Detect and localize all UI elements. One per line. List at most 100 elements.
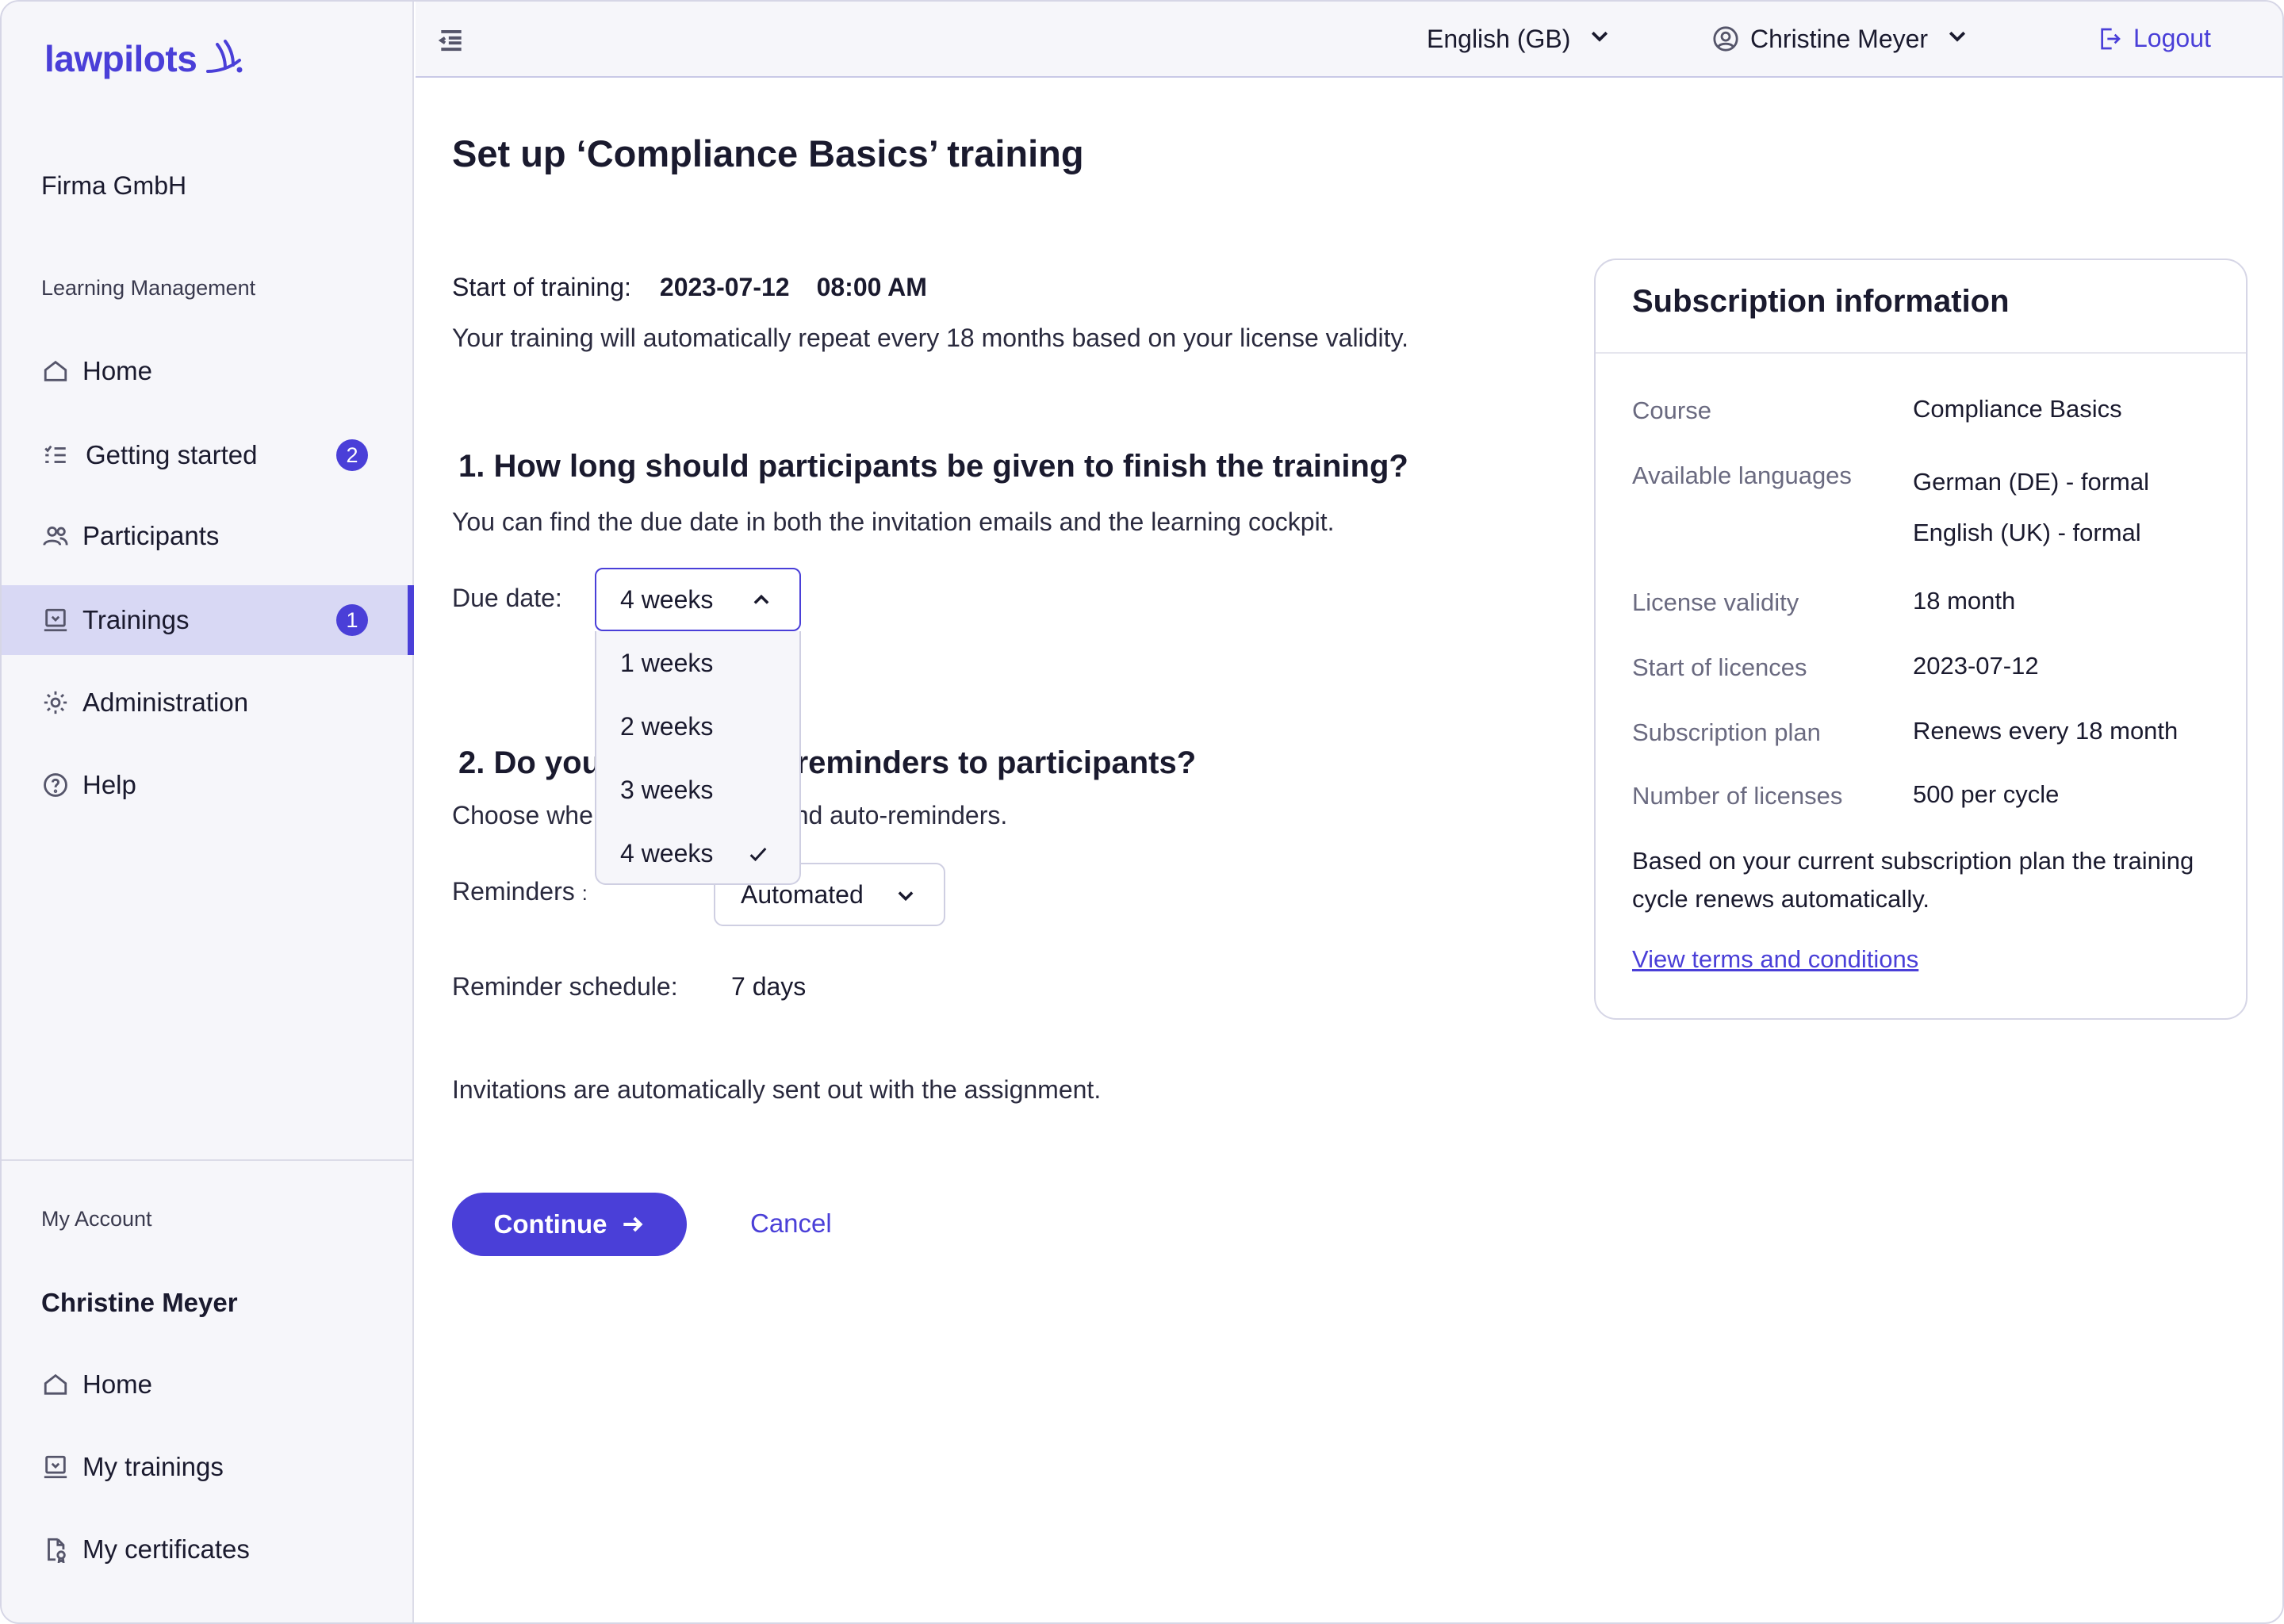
gear-icon <box>41 688 70 717</box>
due-date-dropdown: 1 weeks 2 weeks 3 weeks 4 weeks <box>595 631 801 885</box>
sidebar: lawpilots Firma GmbH Learning Management… <box>2 2 414 1622</box>
card-divider <box>1596 352 2246 354</box>
info-value-number-of-licenses: 500 per cycle <box>1913 780 2060 808</box>
start-date: 2023-07-12 <box>659 273 790 301</box>
sidebar-item-home[interactable]: Home <box>2 336 414 406</box>
logo-wave-icon <box>206 40 243 73</box>
info-label-license-validity: License validity <box>1632 588 1799 616</box>
reminders-label: Reminders : <box>452 877 588 906</box>
subscription-note: Based on your current subscription plan … <box>1632 847 2194 913</box>
option-label: 3 weeks <box>620 775 714 804</box>
logout-label: Logout <box>2133 24 2211 52</box>
section-my-account: My Account <box>41 1207 152 1231</box>
question-due-date-description: You can find the due date in both the in… <box>452 508 1335 536</box>
chevron-down-icon <box>1945 24 1969 54</box>
info-value-course: Compliance Basics <box>1913 395 2122 423</box>
sidebar-item-label: Help <box>82 770 136 799</box>
due-date-option-selected[interactable]: 4 weeks <box>596 822 799 885</box>
sidebar-item-participants[interactable]: Participants <box>2 501 414 571</box>
sidebar-item-help[interactable]: Help <box>2 750 414 820</box>
arrow-right-icon <box>623 1216 643 1232</box>
user-name: Christine Meyer <box>1750 24 1929 53</box>
main-content: Set up ‘Compliance Basics’ training Star… <box>416 79 2282 1622</box>
chevron-down-icon <box>895 883 917 913</box>
sidebar-item-account-home[interactable]: Home <box>2 1350 414 1419</box>
info-value-language-2: English (UK) - formal <box>1913 519 2141 546</box>
logo-text: lawpilots <box>44 38 197 79</box>
option-label: 4 weeks <box>620 838 714 868</box>
terms-link[interactable]: View terms and conditions <box>1632 945 1918 974</box>
top-bar: English (GB) Christine Meyer Logout <box>416 2 2282 78</box>
reminders-label-colon: : <box>581 881 588 905</box>
invitations-note: Invitations are automatically sent out w… <box>452 1075 1102 1104</box>
logout-button[interactable]: Logout <box>2097 24 2211 53</box>
due-date-option[interactable]: 2 weeks <box>596 695 799 758</box>
continue-label: Continue <box>493 1209 607 1239</box>
continue-button[interactable]: Continue <box>452 1193 687 1256</box>
card-title: Subscription information <box>1632 284 2010 319</box>
chevron-up-icon <box>750 588 772 618</box>
sidebar-item-label: Home <box>82 1369 153 1399</box>
start-of-training-row: Start of training: 2023-07-12 08:00 AM <box>452 273 927 302</box>
sidebar-item-trainings[interactable]: Trainings 1 <box>2 585 414 655</box>
sidebar-item-label: Trainings <box>82 605 190 634</box>
question-due-date: 1. How long should participants be given… <box>458 449 1408 484</box>
user-menu[interactable]: Christine Meyer <box>1712 24 1969 54</box>
question-reminders-part-a: 2. Do you <box>458 745 602 780</box>
sidebar-item-label: Administration <box>82 688 249 717</box>
due-date-selected-value: 4 weeks <box>620 584 714 614</box>
count-badge: 2 <box>336 439 368 471</box>
logout-icon <box>2101 28 2121 49</box>
account-name: Christine Meyer <box>41 1288 238 1317</box>
help-icon <box>41 771 70 799</box>
option-label: 1 weeks <box>620 648 714 677</box>
sidebar-item-label: My certificates <box>82 1534 250 1564</box>
checklist-icon <box>41 441 70 469</box>
sidebar-item-label: Participants <box>82 521 220 550</box>
due-date-option[interactable]: 3 weeks <box>596 758 799 822</box>
info-label-number-of-licenses: Number of licenses <box>1632 782 1843 810</box>
reminder-schedule-value: 7 days <box>731 972 807 1001</box>
cancel-button[interactable]: Cancel <box>750 1208 832 1239</box>
repeat-note: Your training will automatically repeat … <box>452 324 1408 352</box>
sidebar-item-administration[interactable]: Administration <box>2 668 414 737</box>
info-value-subscription-plan: Renews every 18 month <box>1913 717 2179 745</box>
due-date-option[interactable]: 1 weeks <box>596 631 799 695</box>
collapse-menu-icon[interactable] <box>436 25 466 56</box>
sidebar-item-label: Home <box>82 356 153 385</box>
sidebar-divider <box>2 1159 414 1161</box>
start-time: 08:00 AM <box>816 273 927 301</box>
user-circle-icon <box>1713 26 1738 52</box>
chevron-down-icon <box>1588 24 1611 54</box>
option-label: 2 weeks <box>620 711 714 741</box>
subscription-info-card: Subscription information Course Complian… <box>1594 259 2248 1020</box>
certificate-icon <box>41 1535 70 1564</box>
sidebar-item-label: Getting started <box>86 440 258 469</box>
training-icon <box>41 606 70 634</box>
sidebar-item-my-trainings[interactable]: My trainings <box>2 1432 414 1502</box>
sidebar-item-getting-started[interactable]: Getting started 2 <box>2 420 414 490</box>
home-icon <box>41 357 70 385</box>
language-label: English (GB) <box>1427 24 1571 53</box>
info-label-start-of-licences: Start of licences <box>1632 653 1807 681</box>
page-title: Set up ‘Compliance Basics’ training <box>452 132 1084 174</box>
sidebar-item-label: My trainings <box>82 1452 224 1481</box>
info-label-course: Course <box>1632 396 1711 424</box>
start-label: Start of training: <box>452 273 631 301</box>
company-name: Firma GmbH <box>41 171 187 200</box>
home-icon <box>41 1370 70 1399</box>
question-reminders-part-b: d reminders to participants? <box>768 745 1197 780</box>
language-selector[interactable]: English (GB) <box>1427 24 1611 54</box>
section-learning-management: Learning Management <box>41 276 256 300</box>
sidebar-item-my-certificates[interactable]: My certificates <box>2 1515 414 1584</box>
checkmark-icon <box>747 842 769 871</box>
logo[interactable]: lawpilots <box>44 36 246 81</box>
count-badge: 1 <box>336 604 368 636</box>
info-label-subscription-plan: Subscription plan <box>1632 718 1821 746</box>
info-label-languages: Available languages <box>1632 462 1852 489</box>
training-icon <box>41 1453 70 1481</box>
due-date-select[interactable]: 4 weeks <box>595 568 801 631</box>
question-reminders-description-b: send auto-reminders. <box>767 801 1008 829</box>
app-window: lawpilots Firma GmbH Learning Management… <box>0 0 2284 1624</box>
reminder-schedule-label: Reminder schedule: <box>452 972 678 1001</box>
